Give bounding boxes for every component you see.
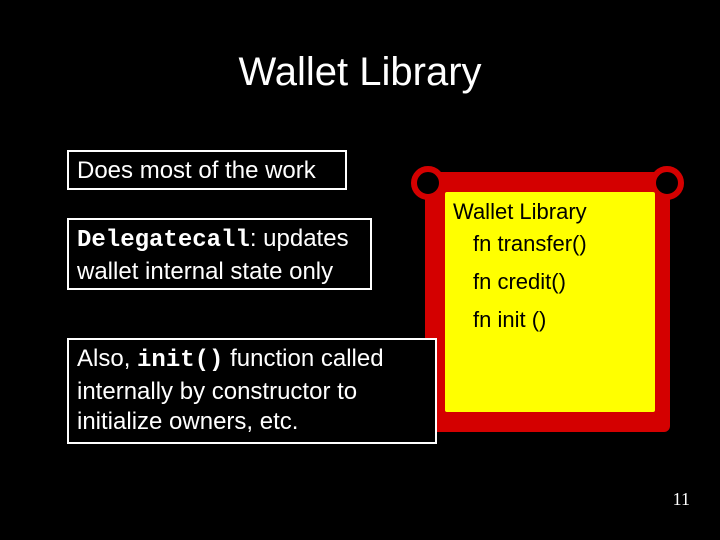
contract-header: Wallet Library: [453, 196, 647, 228]
contract-fn-credit: fn credit(): [473, 266, 647, 298]
note-box-3: Also, init() function called internally …: [67, 338, 437, 444]
note-3-pre1: Also,: [77, 345, 137, 372]
contract-fn-init: fn init (): [473, 304, 647, 336]
note-1-text: Does most of the work: [77, 157, 316, 184]
note-3-post1: function called: [223, 345, 383, 372]
contract-card: Wallet Library fn transfer() fn credit()…: [445, 192, 655, 412]
note-box-1: Does most of the work: [67, 150, 347, 190]
note-3-code: init(): [137, 347, 223, 374]
slide-title: Wallet Library: [0, 50, 720, 95]
note-2-rest1: : updates: [250, 225, 349, 252]
slide: Wallet Library Wallet Library fn transfe…: [0, 0, 720, 540]
page-number: 11: [673, 489, 690, 510]
note-3-line2: internally by constructor to: [77, 378, 357, 405]
note-2-code: Delegatecall: [77, 227, 250, 254]
contract-fn-transfer: fn transfer(): [473, 228, 647, 260]
note-box-2: Delegatecall: updates wallet internal st…: [67, 218, 372, 290]
note-3-line3: initialize owners, etc.: [77, 408, 298, 435]
note-2-line2: wallet internal state only: [77, 258, 333, 285]
